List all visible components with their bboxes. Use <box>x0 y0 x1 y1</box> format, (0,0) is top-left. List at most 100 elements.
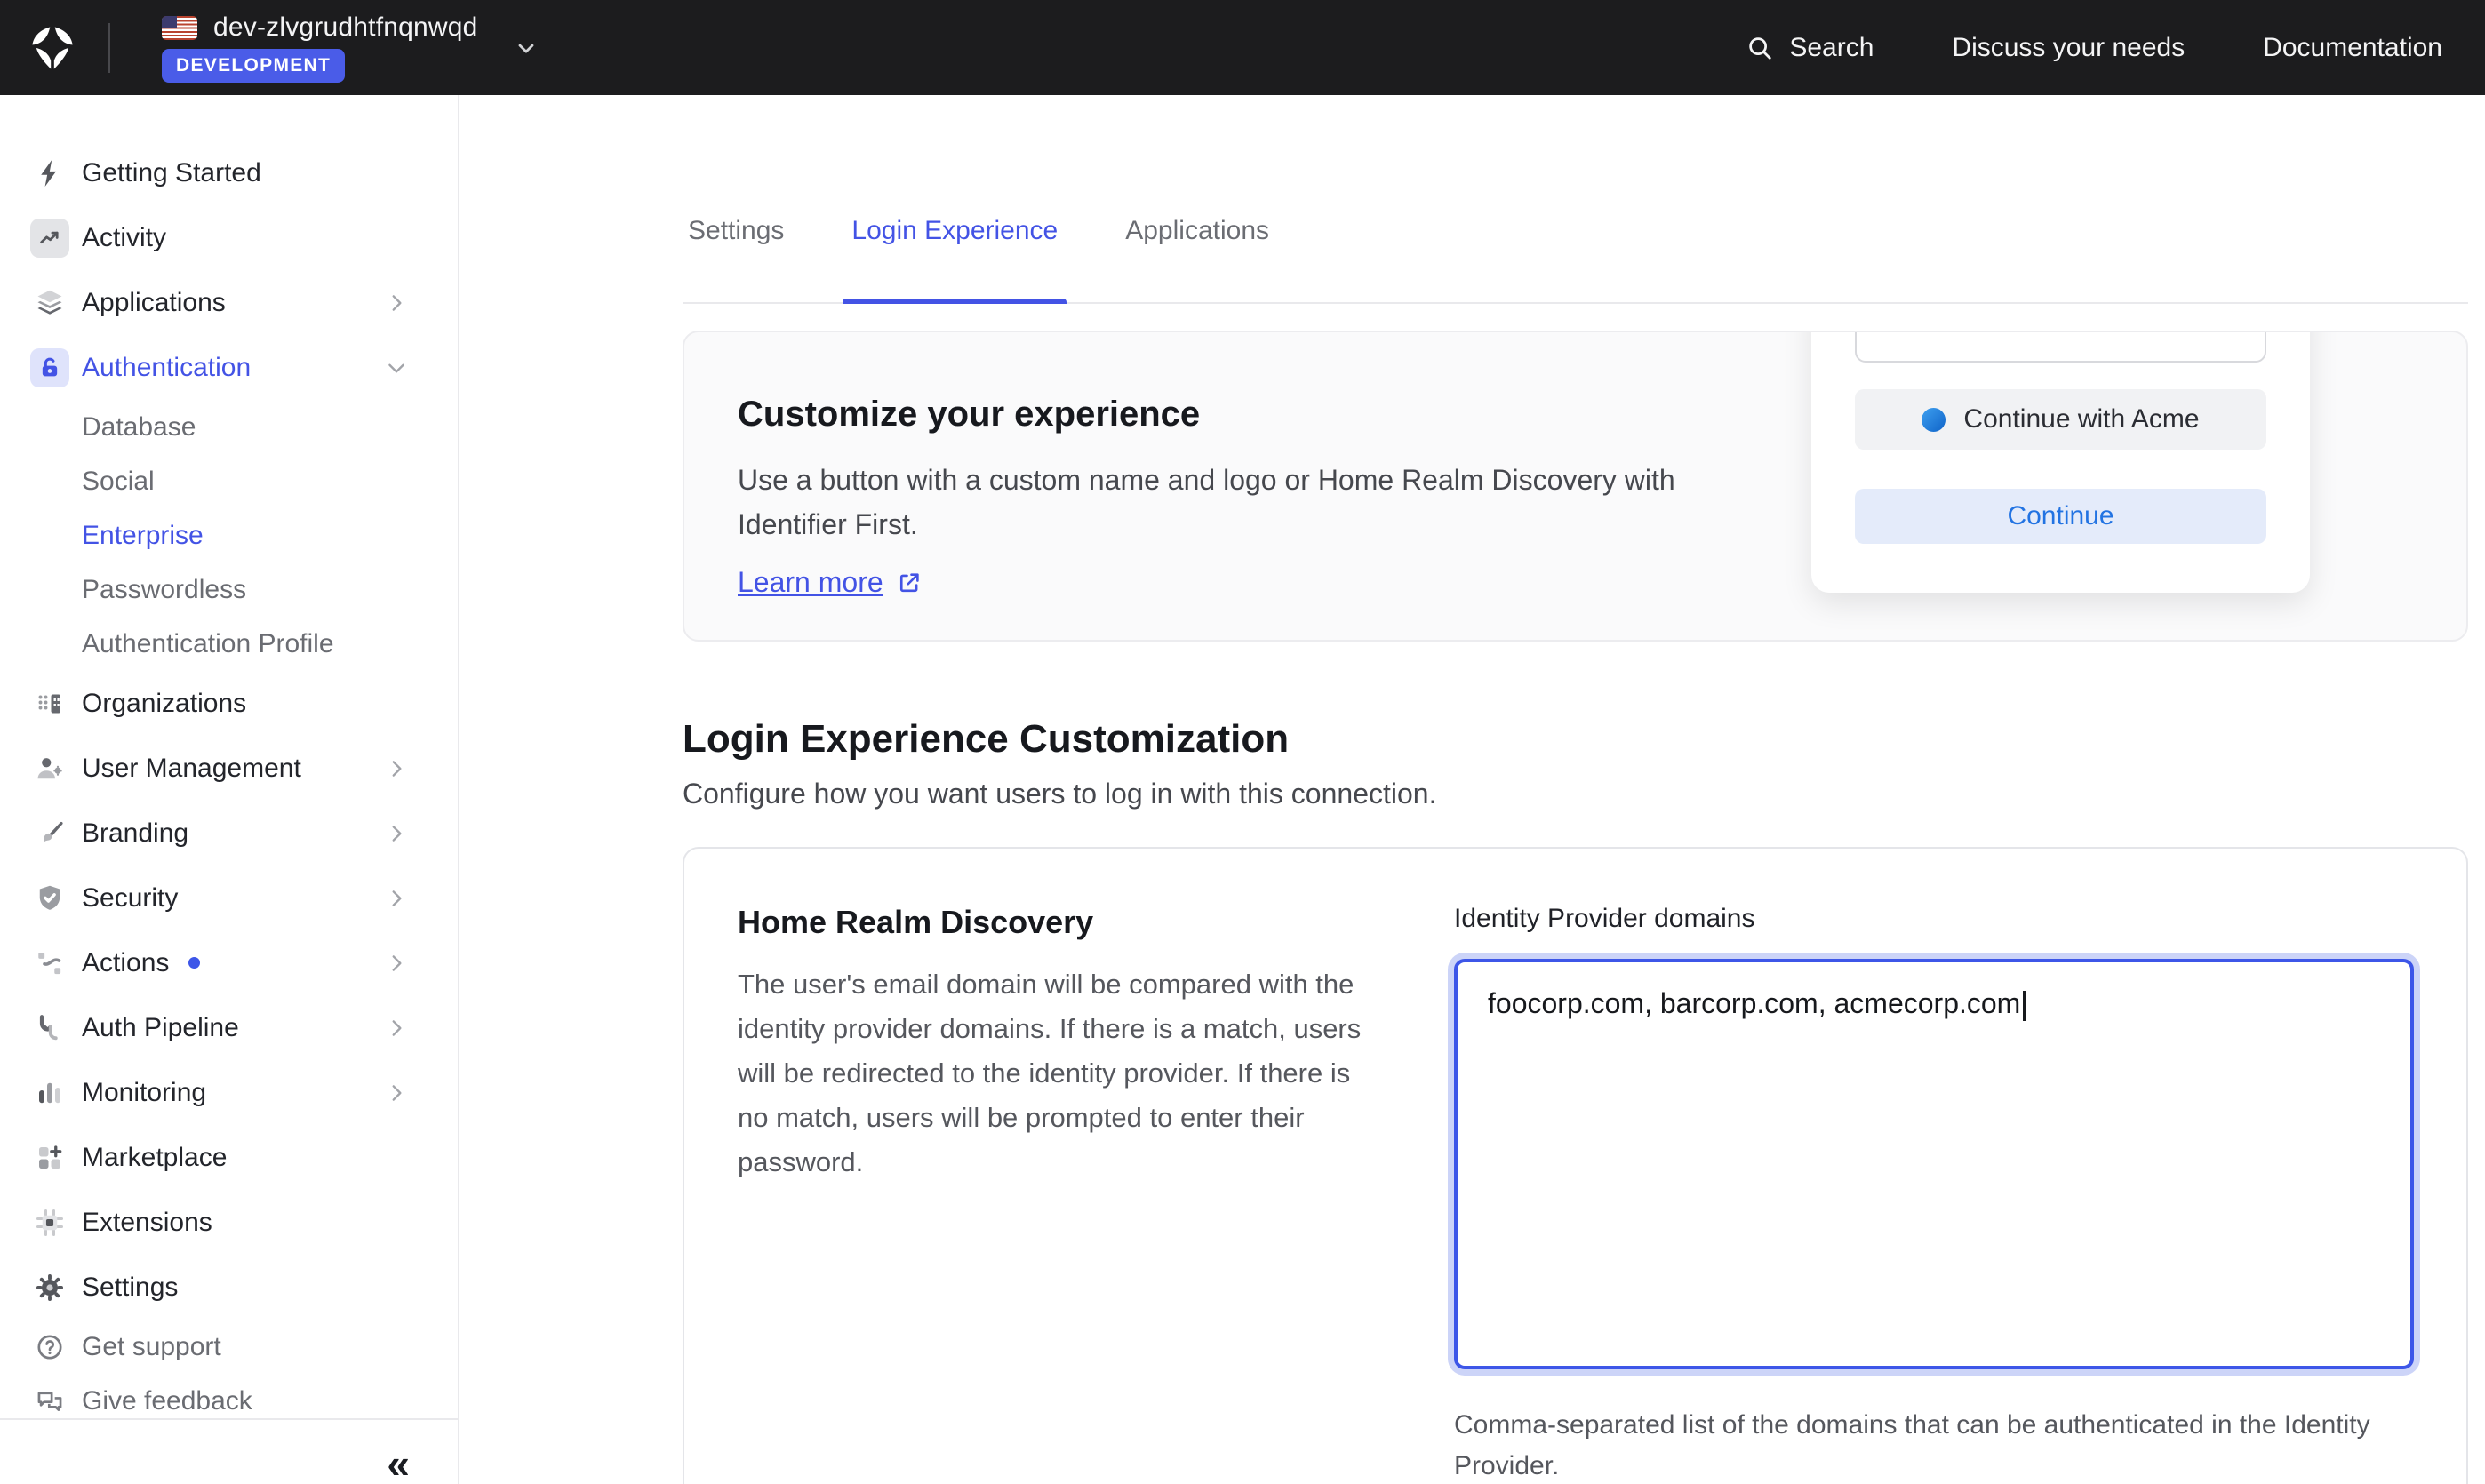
sidebar-item-label: Auth Pipeline <box>82 1013 239 1043</box>
paintbrush-icon <box>29 813 70 854</box>
us-flag-icon <box>162 16 197 40</box>
chevron-down-icon[interactable] <box>514 36 539 60</box>
customize-card-text: Customize your experience Use a button w… <box>738 395 1680 599</box>
topbar-nav: Search Discuss your needs Documentation <box>1746 33 2442 63</box>
chevron-right-icon <box>385 822 408 845</box>
tabs: Settings Login Experience Applications <box>683 213 2468 304</box>
subitem-label: Database <box>82 412 196 443</box>
chevron-right-icon <box>385 757 408 780</box>
sidebar-item-label: Get support <box>82 1332 221 1362</box>
chevron-right-icon <box>385 952 408 975</box>
chevron-down-icon <box>385 356 408 379</box>
sidebar-subitem-enterprise[interactable]: Enterprise <box>0 508 458 562</box>
sidebar-item-marketplace[interactable]: Marketplace <box>0 1125 458 1190</box>
learn-more-link[interactable]: Learn more <box>738 566 923 599</box>
sidebar-item-settings[interactable]: Settings <box>0 1255 458 1320</box>
subitem-label: Passwordless <box>82 575 246 605</box>
chevron-right-icon <box>385 291 408 315</box>
notification-dot <box>188 957 200 969</box>
tab-login-experience[interactable]: Login Experience <box>846 213 1063 302</box>
sidebar-subitem-social[interactable]: Social <box>0 454 458 508</box>
tenant-name: dev-zlvgrudhtfnqnwqd <box>213 12 478 43</box>
sidebar: Getting Started Activity Applications <box>0 95 459 1484</box>
auth0-logo-icon[interactable] <box>25 20 80 76</box>
preview-provider-label: Continue with Acme <box>1963 404 2199 435</box>
sidebar-item-label: Marketplace <box>82 1143 227 1173</box>
domains-label: Identity Provider domains <box>1454 904 2414 934</box>
tenant-switcher[interactable]: dev-zlvgrudhtfnqnwqd DEVELOPMENT <box>162 12 478 83</box>
help-circle-icon <box>29 1327 70 1368</box>
organizations-icon <box>29 683 70 724</box>
preview-provider-button[interactable]: Continue with Acme <box>1855 389 2266 450</box>
chevron-right-icon <box>385 1017 408 1040</box>
sidebar-item-extensions[interactable]: Extensions <box>0 1190 458 1255</box>
sidebar-subitem-database[interactable]: Database <box>0 400 458 454</box>
sidebar-item-label: Security <box>82 883 178 914</box>
preview-identifier-input[interactable] <box>1855 331 2266 363</box>
sidebar-item-label: Branding <box>82 818 188 849</box>
sidebar-item-label: Extensions <box>82 1208 212 1238</box>
domains-help-text: Comma-separated list of the domains that… <box>1454 1405 2467 1484</box>
sidebar-item-label: Actions <box>82 948 169 978</box>
sidebar-item-user-management[interactable]: User Management <box>0 736 458 801</box>
grid-plus-icon <box>29 1137 70 1178</box>
sidebar-nav: Getting Started Activity Applications <box>0 95 458 1428</box>
gear-icon <box>29 1267 70 1308</box>
shield-check-icon <box>29 878 70 919</box>
customize-card-description: Use a button with a custom name and logo… <box>738 458 1680 547</box>
section-title: Login Experience Customization <box>683 717 1289 762</box>
login-preview-panel: Continue with Acme Continue <box>1811 331 2310 593</box>
sidebar-item-label: User Management <box>82 754 301 784</box>
customize-card-title: Customize your experience <box>738 395 1680 435</box>
text-cursor <box>2023 991 2026 1021</box>
chevron-right-icon <box>385 887 408 910</box>
search-label: Search <box>1789 33 1874 63</box>
search-icon <box>1746 35 1773 61</box>
sidebar-subitem-authentication-profile[interactable]: Authentication Profile <box>0 617 458 671</box>
sidebar-subitem-passwordless[interactable]: Passwordless <box>0 562 458 617</box>
domains-textarea[interactable]: foocorp.com, barcorp.com, acmecorp.com <box>1454 959 2414 1369</box>
collapse-sidebar-button[interactable]: « <box>387 1443 410 1484</box>
auth0-dashboard: dev-zlvgrudhtfnqnwqd DEVELOPMENT Search … <box>0 0 2485 1484</box>
hrd-description: The user's email domain will be compared… <box>738 962 1386 1185</box>
sidebar-item-getting-started[interactable]: Getting Started <box>0 140 458 205</box>
tab-applications[interactable]: Applications <box>1120 213 1274 302</box>
activity-icon <box>29 218 70 259</box>
environment-badge: DEVELOPMENT <box>162 49 345 83</box>
main-content: Settings Login Experience Applications C… <box>459 95 2485 1484</box>
tab-settings[interactable]: Settings <box>683 213 789 302</box>
documentation-link[interactable]: Documentation <box>2263 33 2442 63</box>
preview-continue-button[interactable]: Continue <box>1855 489 2266 544</box>
sidebar-item-security[interactable]: Security <box>0 866 458 930</box>
search-button[interactable]: Search <box>1746 33 1874 63</box>
sidebar-item-label: Getting Started <box>82 158 261 188</box>
chevron-right-icon <box>385 1081 408 1105</box>
topbar-divider <box>108 23 110 73</box>
sidebar-item-label: Applications <box>82 288 226 318</box>
subitem-label: Social <box>82 467 155 497</box>
chip-icon <box>29 1202 70 1243</box>
sidebar-item-organizations[interactable]: Organizations <box>0 671 458 736</box>
sidebar-item-branding[interactable]: Branding <box>0 801 458 866</box>
sidebar-item-get-support[interactable]: Get support <box>0 1320 458 1374</box>
topbar: dev-zlvgrudhtfnqnwqd DEVELOPMENT Search … <box>0 0 2485 95</box>
customize-experience-card: Customize your experience Use a button w… <box>683 331 2468 642</box>
sidebar-item-applications[interactable]: Applications <box>0 270 458 335</box>
acme-logo-icon <box>1922 408 1946 432</box>
bar-chart-icon <box>29 1073 70 1113</box>
sidebar-item-actions[interactable]: Actions <box>0 930 458 995</box>
sidebar-item-authentication[interactable]: Authentication <box>0 335 458 400</box>
sidebar-item-auth-pipeline[interactable]: Auth Pipeline <box>0 995 458 1060</box>
sidebar-item-label: Settings <box>82 1273 178 1303</box>
hrd-info-column: Home Realm Discovery The user's email do… <box>738 904 1386 1185</box>
sidebar-item-monitoring[interactable]: Monitoring <box>0 1060 458 1125</box>
sidebar-footer-divider <box>0 1418 458 1420</box>
discuss-your-needs-link[interactable]: Discuss your needs <box>1952 33 2185 63</box>
sidebar-item-activity[interactable]: Activity <box>0 205 458 270</box>
hrd-title: Home Realm Discovery <box>738 904 1386 941</box>
domains-value: foocorp.com, barcorp.com, acmecorp.com <box>1488 987 2020 1019</box>
sidebar-item-label: Activity <box>82 223 166 253</box>
user-gear-icon <box>29 748 70 789</box>
sidebar-item-label: Authentication <box>82 353 251 383</box>
lightning-icon <box>29 153 70 194</box>
